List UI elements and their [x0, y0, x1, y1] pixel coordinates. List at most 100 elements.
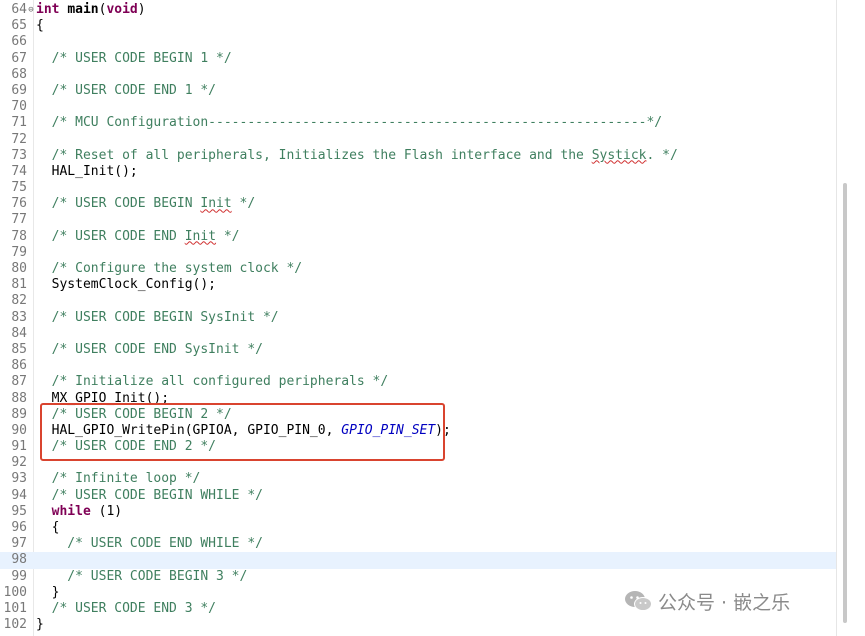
code-token: /* Infinite loop */: [36, 471, 201, 487]
code-token: /* USER CODE END 1 */: [36, 82, 217, 98]
code-token: /* USER CODE BEGIN SysInit */: [36, 309, 279, 325]
line-number: 79: [11, 244, 27, 260]
code-text: int main(void): [36, 2, 146, 18]
line-number: 75: [11, 180, 27, 196]
code-token: /* USER CODE END SysInit */: [36, 341, 263, 357]
code-text: /* USER CODE END WHILE */: [36, 536, 263, 552]
code-line[interactable]: 77: [0, 212, 836, 228]
code-token: Systick: [591, 147, 647, 163]
code-line[interactable]: 93 /* Infinite loop */: [0, 471, 836, 487]
code-text: /* Initialize all configured peripherals…: [36, 374, 389, 390]
code-token: /* USER CODE END WHILE */: [36, 536, 263, 552]
line-number: 88: [11, 390, 27, 406]
code-line[interactable]: 102}: [0, 617, 836, 633]
code-text: /* Configure the system clock */: [36, 261, 302, 277]
wechat-logo-icon: [625, 591, 652, 611]
code-text: {: [36, 520, 60, 536]
line-number: 68: [11, 66, 27, 82]
code-token: }: [36, 617, 44, 633]
line-number: 70: [11, 99, 27, 115]
annotation-highlight-box: [40, 403, 445, 461]
code-line[interactable]: 84: [0, 326, 836, 342]
line-number: 64: [11, 2, 27, 17]
code-line[interactable]: 85 /* USER CODE END SysInit */: [0, 342, 836, 358]
code-line[interactable]: 66: [0, 34, 836, 50]
code-line[interactable]: 94 /* USER CODE BEGIN WHILE */: [0, 488, 836, 504]
code-line[interactable]: 80 /* Configure the system clock */: [0, 261, 836, 277]
code-text: while (1): [36, 504, 122, 520]
code-line[interactable]: 70: [0, 99, 836, 115]
code-line[interactable]: 76 /* USER CODE BEGIN Init */: [0, 196, 836, 212]
line-number: 95: [11, 503, 27, 519]
code-line[interactable]: 86: [0, 358, 836, 374]
code-line[interactable]: 98: [0, 552, 836, 569]
code-line[interactable]: 95 while (1): [0, 504, 836, 520]
line-number: 92: [11, 455, 27, 471]
code-line[interactable]: 68: [0, 67, 836, 83]
line-number: 94: [11, 487, 27, 503]
code-area[interactable]: 64 ⊖ int main(void) 65{66 67 /* USER CODE BE…: [0, 2, 836, 633]
line-number: 101: [3, 600, 27, 616]
code-line[interactable]: 99 /* USER CODE BEGIN 3 */: [0, 569, 836, 585]
code-line[interactable]: 96 {: [0, 520, 836, 536]
code-line[interactable]: 64 ⊖ int main(void): [0, 2, 836, 18]
code-token: HAL_Init();: [36, 163, 138, 179]
vertical-scrollbar[interactable]: [836, 0, 865, 636]
line-number: 74: [11, 163, 27, 179]
code-line[interactable]: 72: [0, 132, 836, 148]
code-token: Init: [184, 228, 217, 244]
code-line[interactable]: 65 {: [0, 18, 836, 34]
code-text: /* MCU Configuration--------------------…: [36, 115, 663, 131]
line-number: 71: [11, 115, 27, 131]
code-line[interactable]: 73 /* Reset of all peripherals, Initiali…: [0, 148, 836, 164]
code-text: /* USER CODE BEGIN 1 */: [36, 51, 232, 67]
code-token: /* MCU Configuration--------------------…: [36, 115, 663, 131]
code-line[interactable]: 79: [0, 245, 836, 261]
code-editor[interactable]: 64 ⊖ int main(void) 65{66 67 /* USER CODE BE…: [0, 0, 836, 636]
code-line[interactable]: 87 /* Initialize all configured peripher…: [0, 374, 836, 390]
code-token: */: [216, 228, 240, 244]
code-token: /* USER CODE END: [36, 228, 185, 244]
code-text: /* USER CODE BEGIN Init */: [36, 196, 256, 212]
code-token: /* USER CODE END 3 */: [36, 600, 217, 616]
fold-collapse-icon[interactable]: ⊖: [27, 2, 35, 18]
code-token: /* Configure the system clock */: [36, 261, 303, 276]
code-token: /* USER CODE BEGIN WHILE */: [36, 487, 263, 503]
code-token: Init: [200, 196, 232, 212]
line-number: 86: [11, 358, 27, 374]
code-line[interactable]: 81 SystemClock_Config();: [0, 277, 836, 293]
line-number: 84: [11, 325, 27, 341]
code-token: }: [36, 584, 60, 600]
code-token: {: [36, 520, 60, 535]
line-number: 77: [11, 212, 27, 228]
code-line[interactable]: 82: [0, 293, 836, 309]
code-line[interactable]: 69 /* USER CODE END 1 */: [0, 83, 836, 99]
code-line[interactable]: 71 /* MCU Configuration-----------------…: [0, 115, 836, 131]
line-number: 100: [3, 584, 27, 600]
code-line[interactable]: 97 /* USER CODE END WHILE */: [0, 536, 836, 552]
code-text: /* USER CODE BEGIN SysInit */: [36, 310, 279, 326]
line-number: 80: [11, 261, 27, 276]
code-text: /* Reset of all peripherals, Initializes…: [36, 148, 678, 164]
code-line[interactable]: 74 HAL_Init();: [0, 164, 836, 180]
code-token: /* USER CODE BEGIN 1 */: [36, 50, 232, 66]
code-line[interactable]: 67 /* USER CODE BEGIN 1 */: [0, 51, 836, 67]
code-line[interactable]: 83 /* USER CODE BEGIN SysInit */: [0, 310, 836, 326]
code-text: HAL_Init();: [36, 164, 138, 180]
line-number: 67: [11, 50, 27, 66]
line-number: 98: [11, 552, 27, 568]
code-token: */: [231, 196, 256, 212]
line-number: 69: [11, 82, 27, 98]
code-text: /* USER CODE BEGIN 3 */: [36, 569, 247, 585]
line-number: 89: [11, 406, 27, 422]
code-text: /* USER CODE END Init */: [36, 229, 240, 245]
line-number: 66: [11, 34, 27, 50]
line-number: 73: [11, 147, 27, 163]
line-number: 76: [11, 196, 27, 212]
line-number: 96: [11, 520, 27, 535]
code-line[interactable]: 75: [0, 180, 836, 196]
scrollbar-thumb[interactable]: [843, 183, 847, 623]
code-line[interactable]: 78 /* USER CODE END Init */: [0, 229, 836, 245]
code-token: while: [51, 503, 91, 519]
